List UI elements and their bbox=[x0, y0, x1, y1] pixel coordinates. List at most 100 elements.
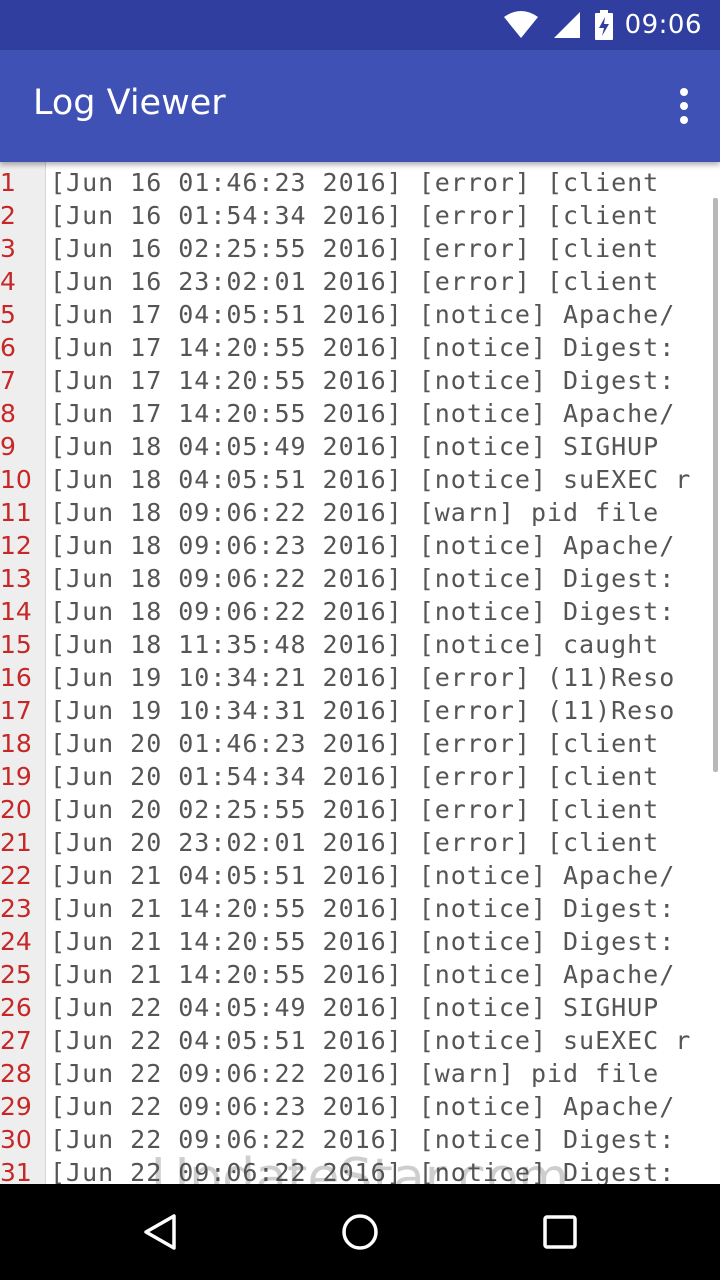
line-number: 18 bbox=[0, 729, 32, 758]
line-number: 13 bbox=[0, 564, 32, 593]
log-line-text: [Jun 22 09:06:23 2016] [notice] Apache/ bbox=[50, 1092, 676, 1121]
cell-signal-icon bbox=[553, 11, 581, 39]
log-line-text: [Jun 18 04:05:51 2016] [notice] suEXEC r bbox=[50, 465, 692, 494]
line-number: 22 bbox=[0, 861, 32, 890]
log-line-text: [Jun 18 11:35:48 2016] [notice] caught bbox=[50, 630, 660, 659]
line-number: 11 bbox=[0, 498, 32, 527]
log-line: 23 [Jun 21 14:20:55 2016] [notice] Digest… bbox=[0, 892, 720, 925]
log-line: 26 [Jun 22 04:05:49 2016] [notice] SIGHUP bbox=[0, 991, 720, 1024]
line-number: 19 bbox=[0, 762, 32, 791]
navigation-bar bbox=[0, 1184, 720, 1280]
log-line-text: [Jun 17 14:20:55 2016] [notice] Digest: bbox=[50, 366, 676, 395]
log-line: 14 [Jun 18 09:06:22 2016] [notice] Digest… bbox=[0, 595, 720, 628]
log-line-text: [Jun 17 14:20:55 2016] [notice] Apache/ bbox=[50, 399, 676, 428]
back-icon bbox=[144, 1214, 176, 1250]
log-line: 27 [Jun 22 04:05:51 2016] [notice] suEXEC… bbox=[0, 1024, 720, 1057]
log-line-text: [Jun 22 04:05:51 2016] [notice] suEXEC r bbox=[50, 1026, 692, 1055]
line-number: 31 bbox=[0, 1158, 32, 1184]
log-line-text: [Jun 20 23:02:01 2016] [error] [client bbox=[50, 828, 660, 857]
log-line: 29 [Jun 22 09:06:23 2016] [notice] Apache… bbox=[0, 1090, 720, 1123]
log-line-text: [Jun 19 10:34:21 2016] [error] (11)Reso bbox=[50, 663, 676, 692]
line-number: 15 bbox=[0, 630, 32, 659]
log-line: 19 [Jun 20 01:54:34 2016] [error] [client bbox=[0, 760, 720, 793]
log-line: 28 [Jun 22 09:06:22 2016] [warn] pid file bbox=[0, 1057, 720, 1090]
log-line-text: [Jun 18 09:06:23 2016] [notice] Apache/ bbox=[50, 531, 676, 560]
log-line: 6 [Jun 17 14:20:55 2016] [notice] Digest: bbox=[0, 331, 720, 364]
line-number: 14 bbox=[0, 597, 32, 626]
line-number: 26 bbox=[0, 993, 32, 1022]
clock: 09:06 bbox=[624, 10, 702, 40]
line-number: 16 bbox=[0, 663, 32, 692]
log-line-text: [Jun 21 14:20:55 2016] [notice] Digest: bbox=[50, 894, 676, 923]
overflow-menu-icon bbox=[680, 88, 688, 96]
log-line-text: [Jun 22 09:06:22 2016] [notice] Digest: bbox=[50, 1158, 676, 1184]
line-number: 6 bbox=[0, 333, 16, 362]
log-line-text: [Jun 16 23:02:01 2016] [error] [client bbox=[50, 267, 660, 296]
log-line: 12 [Jun 18 09:06:23 2016] [notice] Apache… bbox=[0, 529, 720, 562]
log-line: 15 [Jun 18 11:35:48 2016] [notice] caught bbox=[0, 628, 720, 661]
log-line: 3 [Jun 16 02:25:55 2016] [error] [client bbox=[0, 232, 720, 265]
log-line-text: [Jun 17 14:20:55 2016] [notice] Digest: bbox=[50, 333, 676, 362]
log-line: 1 [Jun 16 01:46:23 2016] [error] [client bbox=[0, 166, 720, 199]
log-line: 4 [Jun 16 23:02:01 2016] [error] [client bbox=[0, 265, 720, 298]
log-line-text: [Jun 19 10:34:31 2016] [error] (11)Reso bbox=[50, 696, 676, 725]
line-number: 24 bbox=[0, 927, 32, 956]
scrollbar[interactable] bbox=[713, 198, 718, 772]
line-number: 12 bbox=[0, 531, 32, 560]
log-line-text: [Jun 16 02:25:55 2016] [error] [client bbox=[50, 234, 660, 263]
log-line: 5 [Jun 17 04:05:51 2016] [notice] Apache/ bbox=[0, 298, 720, 331]
log-line: 30 [Jun 22 09:06:22 2016] [notice] Digest… bbox=[0, 1123, 720, 1156]
status-icons: 09:06 bbox=[503, 0, 702, 50]
log-line-text: [Jun 16 01:46:23 2016] [error] [client bbox=[50, 168, 660, 197]
log-line: 8 [Jun 17 14:20:55 2016] [notice] Apache/ bbox=[0, 397, 720, 430]
line-number: 25 bbox=[0, 960, 32, 989]
recents-button[interactable] bbox=[530, 1202, 590, 1262]
log-line: 11 [Jun 18 09:06:22 2016] [warn] pid file bbox=[0, 496, 720, 529]
wifi-icon bbox=[503, 11, 539, 39]
line-number: 23 bbox=[0, 894, 32, 923]
log-line: 21 [Jun 20 23:02:01 2016] [error] [client bbox=[0, 826, 720, 859]
log-line: 18 [Jun 20 01:46:23 2016] [error] [client bbox=[0, 727, 720, 760]
log-line-text: [Jun 18 04:05:49 2016] [notice] SIGHUP bbox=[50, 432, 660, 461]
line-number: 10 bbox=[0, 465, 32, 494]
log-line-text: [Jun 18 09:06:22 2016] [warn] pid file bbox=[50, 498, 660, 527]
line-number: 2 bbox=[0, 201, 16, 230]
line-number: 17 bbox=[0, 696, 32, 725]
log-line-text: [Jun 21 04:05:51 2016] [notice] Apache/ bbox=[50, 861, 676, 890]
log-line: 9 [Jun 18 04:05:49 2016] [notice] SIGHUP bbox=[0, 430, 720, 463]
home-icon bbox=[342, 1214, 378, 1250]
home-button[interactable] bbox=[330, 1202, 390, 1262]
log-line: 20 [Jun 20 02:25:55 2016] [error] [client bbox=[0, 793, 720, 826]
log-line: 13 [Jun 18 09:06:22 2016] [notice] Digest… bbox=[0, 562, 720, 595]
page-title: Log Viewer bbox=[33, 83, 226, 123]
battery-charging-icon bbox=[594, 10, 613, 40]
line-number: 1 bbox=[0, 168, 16, 197]
log-line-text: [Jun 18 09:06:22 2016] [notice] Digest: bbox=[50, 564, 676, 593]
log-line: 2 [Jun 16 01:54:34 2016] [error] [client bbox=[0, 199, 720, 232]
log-line-text: [Jun 22 09:06:22 2016] [warn] pid file bbox=[50, 1059, 660, 1088]
line-number: 9 bbox=[0, 432, 16, 461]
log-line-text: [Jun 20 01:46:23 2016] [error] [client bbox=[50, 729, 660, 758]
log-line-text: [Jun 21 14:20:55 2016] [notice] Apache/ bbox=[50, 960, 676, 989]
log-line-text: [Jun 22 04:05:49 2016] [notice] SIGHUP bbox=[50, 993, 660, 1022]
log-line: 10 [Jun 18 04:05:51 2016] [notice] suEXEC… bbox=[0, 463, 720, 496]
recents-icon bbox=[543, 1215, 577, 1249]
overflow-menu-button[interactable] bbox=[668, 80, 700, 132]
log-lines: 1 [Jun 16 01:46:23 2016] [error] [client 2… bbox=[0, 166, 720, 1184]
log-view[interactable]: 1 [Jun 16 01:46:23 2016] [error] [client 2… bbox=[0, 162, 720, 1184]
status-bar: 09:06 bbox=[0, 0, 720, 50]
log-line: 31 [Jun 22 09:06:22 2016] [notice] Digest… bbox=[0, 1156, 720, 1184]
log-line: 16 [Jun 19 10:34:21 2016] [error] (11)Res… bbox=[0, 661, 720, 694]
log-line: 24 [Jun 21 14:20:55 2016] [notice] Digest… bbox=[0, 925, 720, 958]
log-line-text: [Jun 22 09:06:22 2016] [notice] Digest: bbox=[50, 1125, 676, 1154]
back-button[interactable] bbox=[130, 1202, 190, 1262]
log-line: 17 [Jun 19 10:34:31 2016] [error] (11)Res… bbox=[0, 694, 720, 727]
line-number: 29 bbox=[0, 1092, 32, 1121]
line-number: 8 bbox=[0, 399, 16, 428]
log-line-text: [Jun 20 02:25:55 2016] [error] [client bbox=[50, 795, 660, 824]
log-line-text: [Jun 16 01:54:34 2016] [error] [client bbox=[50, 201, 660, 230]
log-line-text: [Jun 18 09:06:22 2016] [notice] Digest: bbox=[50, 597, 676, 626]
line-number: 27 bbox=[0, 1026, 32, 1055]
log-line-text: [Jun 20 01:54:34 2016] [error] [client bbox=[50, 762, 660, 791]
log-line-text: [Jun 21 14:20:55 2016] [notice] Digest: bbox=[50, 927, 676, 956]
